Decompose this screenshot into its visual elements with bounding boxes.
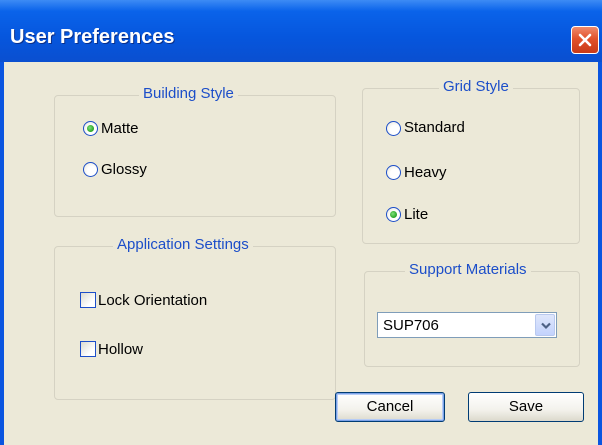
radio-selected-dot (390, 211, 397, 218)
application-settings-legend: Application Settings (113, 236, 253, 253)
close-button[interactable] (571, 26, 599, 54)
building-style-group: Building Style (54, 85, 336, 217)
radio-standard-label[interactable]: Standard (404, 119, 465, 136)
radio-matte-label[interactable]: Matte (101, 120, 139, 137)
dialog-client-area: Building Style Matte Glossy Grid Style S… (4, 62, 598, 445)
close-icon (578, 33, 592, 47)
lock-orientation-label[interactable]: Lock Orientation (98, 292, 207, 309)
grid-style-legend: Grid Style (439, 78, 513, 95)
support-materials-legend: Support Materials (405, 261, 531, 278)
dropdown-arrow-button[interactable] (535, 314, 555, 336)
radio-standard-button[interactable] (386, 121, 401, 136)
building-style-legend: Building Style (139, 85, 238, 102)
window-title: User Preferences (10, 26, 175, 48)
hollow-checkbox[interactable] (80, 341, 96, 357)
radio-heavy-button[interactable] (386, 165, 401, 180)
radio-selected-dot (87, 125, 94, 132)
save-button[interactable]: Save (468, 392, 584, 422)
radio-lite-label[interactable]: Lite (404, 206, 428, 223)
application-settings-group: Application Settings (54, 236, 336, 400)
user-preferences-window: User Preferences Building Style Matte Gl… (0, 0, 602, 445)
radio-lite-button[interactable] (386, 207, 401, 222)
chevron-down-icon (541, 322, 551, 330)
support-materials-dropdown[interactable]: SUP706 (377, 312, 557, 338)
radio-glossy-button[interactable] (83, 162, 98, 177)
cancel-button[interactable]: Cancel (335, 392, 445, 422)
radio-heavy-label[interactable]: Heavy (404, 164, 447, 181)
title-bar[interactable]: User Preferences (0, 0, 602, 62)
support-materials-value: SUP706 (383, 317, 439, 334)
lock-orientation-checkbox[interactable] (80, 292, 96, 308)
radio-matte-button[interactable] (83, 121, 98, 136)
radio-glossy-label[interactable]: Glossy (101, 161, 147, 178)
hollow-label[interactable]: Hollow (98, 341, 143, 358)
